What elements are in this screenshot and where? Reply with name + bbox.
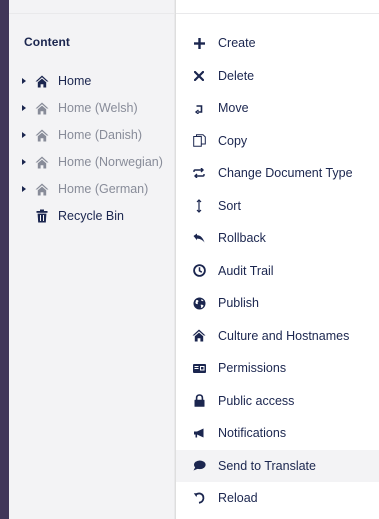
- tree-header-divider: [9, 13, 174, 14]
- menu-item-public-access[interactable]: Public access: [176, 385, 379, 418]
- home-icon: [35, 182, 49, 196]
- tree-item-home-welsh[interactable]: Home (Welsh): [9, 97, 174, 119]
- expand-caret-icon[interactable]: [22, 186, 26, 192]
- content-actions-screen: Content Home Home (Welsh) Home (Danish) …: [0, 0, 379, 519]
- move-icon: [192, 101, 206, 115]
- megaphone-icon: [192, 426, 206, 440]
- sort-icon: [192, 198, 206, 213]
- section-sidebar-strip: [0, 0, 9, 519]
- menu-item-delete[interactable]: Delete: [176, 60, 379, 93]
- menu-item-label: Sort: [218, 198, 241, 213]
- menu-item-label: Reload: [218, 491, 258, 506]
- menu-item-label: Create: [218, 36, 256, 51]
- reload-icon: [192, 491, 206, 505]
- tree-item-label: Home: [58, 74, 92, 88]
- menu-item-reload[interactable]: Reload: [176, 482, 379, 515]
- chat-bubble-icon: [192, 459, 206, 473]
- home-icon: [35, 155, 49, 169]
- tree-item-label: Home (Danish): [58, 128, 143, 142]
- menu-item-label: Public access: [218, 393, 295, 408]
- menu-item-label: Notifications: [218, 426, 287, 441]
- permissions-icon: [192, 361, 206, 375]
- home-icon: [192, 329, 206, 343]
- copy-icon: [192, 134, 206, 148]
- menu-item-change-document-type[interactable]: Change Document Type: [176, 157, 379, 190]
- menu-item-label: Audit Trail: [218, 263, 274, 278]
- menu-item-permissions[interactable]: Permissions: [176, 352, 379, 385]
- tree-title: Content: [24, 35, 71, 49]
- menu-item-copy[interactable]: Copy: [176, 125, 379, 158]
- menu-item-move[interactable]: Move: [176, 92, 379, 125]
- actions-menu: Create Delete Move Copy Change Document: [176, 27, 379, 515]
- home-icon: [35, 101, 49, 115]
- menu-item-culture-and-hostnames[interactable]: Culture and Hostnames: [176, 320, 379, 353]
- menu-header-divider: [176, 13, 379, 14]
- expand-caret-icon[interactable]: [22, 132, 26, 138]
- menu-item-label: Delete: [218, 68, 255, 83]
- home-icon: [35, 74, 49, 88]
- tree-item-home-german[interactable]: Home (German): [9, 178, 174, 200]
- clock-icon: [192, 264, 206, 278]
- menu-item-publish[interactable]: Publish: [176, 287, 379, 320]
- home-icon: [35, 128, 49, 142]
- menu-item-label: Copy: [218, 133, 248, 148]
- swap-icon: [192, 166, 206, 180]
- menu-item-label: Move: [218, 101, 249, 116]
- menu-item-label: Change Document Type: [218, 166, 353, 181]
- tree-item-label: Home (Norwegian): [58, 155, 163, 169]
- menu-item-label: Publish: [218, 296, 259, 311]
- expand-caret-icon[interactable]: [22, 78, 26, 84]
- tree-item-label: Recycle Bin: [58, 209, 124, 223]
- menu-item-send-to-translate[interactable]: Send to Translate: [176, 449, 379, 482]
- tree-item-label: Home (German): [58, 182, 149, 196]
- trash-icon: [35, 209, 49, 223]
- lock-icon: [192, 394, 206, 408]
- expand-caret-icon[interactable]: [22, 159, 26, 165]
- globe-icon: [192, 296, 206, 310]
- menu-item-label: Permissions: [218, 361, 287, 376]
- tree-item-home-norwegian[interactable]: Home (Norwegian): [9, 151, 174, 173]
- tree-item-home[interactable]: Home: [9, 70, 174, 92]
- menu-item-sort[interactable]: Sort: [176, 190, 379, 223]
- rollback-icon: [192, 231, 206, 245]
- menu-item-audit-trail[interactable]: Audit Trail: [176, 255, 379, 288]
- tree-item-recycle-bin[interactable]: Recycle Bin: [9, 205, 174, 227]
- tree-item-label: Home (Welsh): [58, 101, 138, 115]
- expand-caret-icon[interactable]: [22, 105, 26, 111]
- close-icon: [192, 69, 206, 83]
- menu-item-notifications[interactable]: Notifications: [176, 417, 379, 450]
- plus-icon: [192, 36, 206, 50]
- tree-item-home-danish[interactable]: Home (Danish): [9, 124, 174, 146]
- menu-item-rollback[interactable]: Rollback: [176, 222, 379, 255]
- menu-item-label: Rollback: [218, 231, 266, 246]
- menu-item-create[interactable]: Create: [176, 27, 379, 60]
- menu-item-label: Culture and Hostnames: [218, 328, 350, 343]
- menu-item-label: Send to Translate: [218, 458, 316, 473]
